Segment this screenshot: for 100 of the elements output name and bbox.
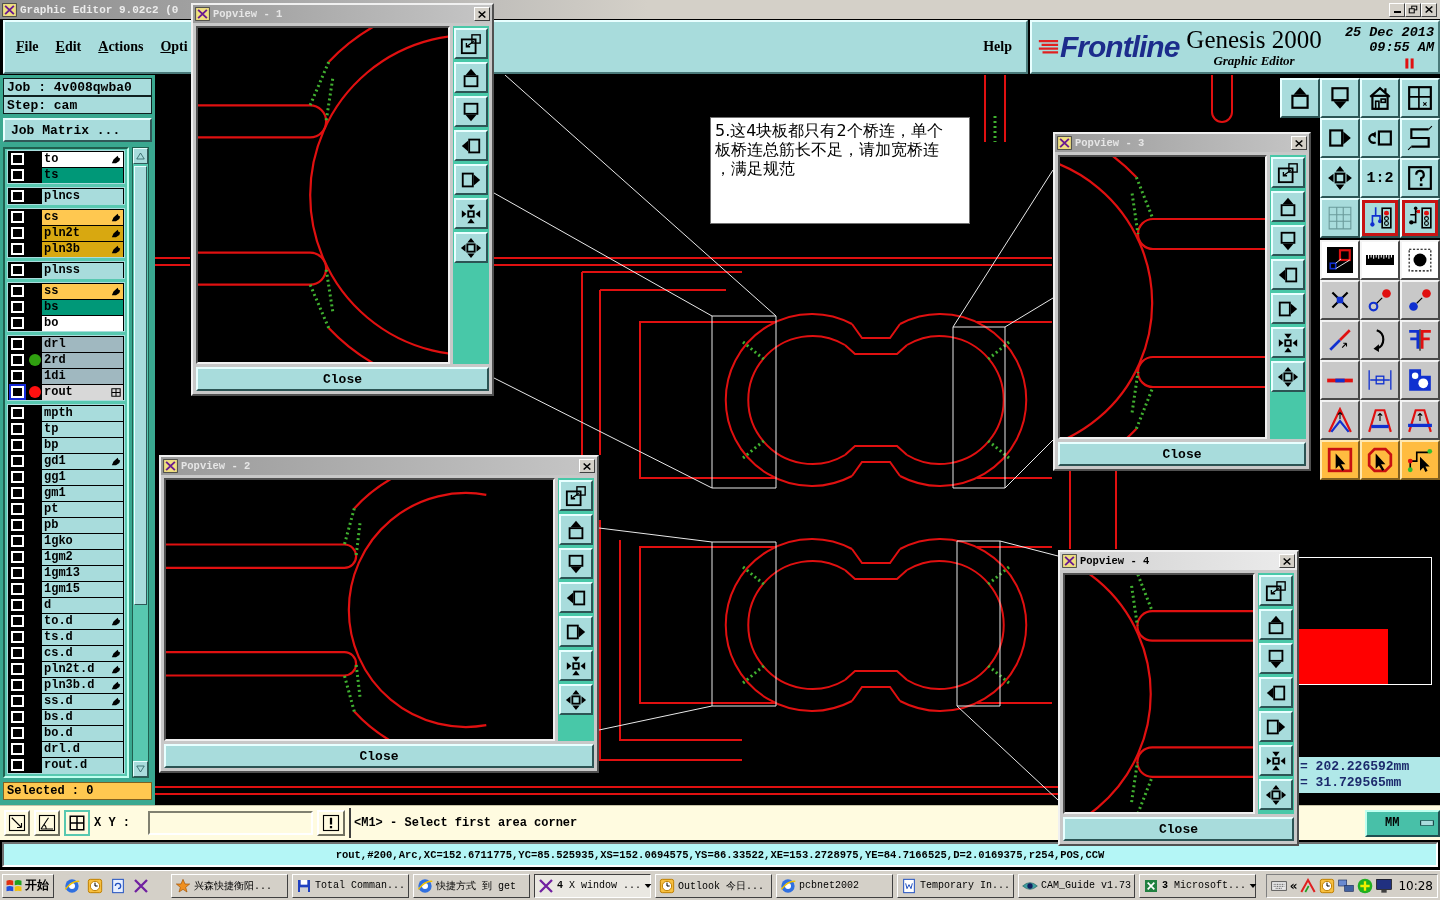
layer-checkbox[interactable] [9,597,26,613]
view-tool-button[interactable] [1271,259,1305,290]
menu-item[interactable]: Actions [98,39,144,55]
layer-checkbox[interactable] [9,241,26,257]
taskbar-button[interactable]: Outlook 今日... [655,873,772,898]
layer-name[interactable]: gd1 [42,453,123,469]
layer-checkbox[interactable] [9,693,26,709]
layer-checkbox[interactable] [9,405,26,421]
view-tool-button[interactable] [1259,575,1293,606]
layer-name[interactable]: plnss [42,262,123,278]
layer-checkbox[interactable] [9,501,26,517]
layer-name[interactable]: gg1 [42,469,123,485]
layer-name[interactable]: ss [42,283,123,299]
layer-checkbox[interactable] [9,167,26,183]
close-button[interactable]: Close [1063,817,1294,841]
layer-checkbox[interactable] [9,352,26,368]
layer-name[interactable]: drl.d [42,741,123,757]
layer-name[interactable]: 1gko [42,533,123,549]
taskbar-button[interactable]: 3 Microsoft... [1139,873,1256,898]
view-tool-button[interactable] [1271,225,1305,256]
menu-item[interactable]: Help [983,39,1012,55]
layer-checkbox[interactable] [9,741,26,757]
view-tool-button[interactable] [1259,643,1293,674]
units-button[interactable]: MM [1365,809,1440,837]
close-button[interactable] [1421,2,1437,17]
coordinate-field[interactable] [148,811,313,835]
layer-checkbox[interactable] [9,299,26,315]
taskbar-button[interactable]: Temporary In... [897,873,1014,898]
menu-item[interactable]: Edit [55,39,82,55]
view-tool-button[interactable] [559,650,593,681]
layer-name[interactable]: pln3b [42,241,123,257]
quick-launch-button[interactable] [133,877,149,894]
view-tool-button[interactable] [559,480,593,511]
layer-checkbox[interactable] [9,151,26,167]
layer-name[interactable]: gm1 [42,485,123,501]
layer-name[interactable]: to [42,151,123,167]
layer-checkbox[interactable] [9,225,26,241]
layer-name[interactable]: rout.d [42,757,123,773]
layer-name[interactable]: pt [42,501,123,517]
layer-checkbox[interactable] [9,453,26,469]
tool-button[interactable] [64,810,90,836]
taskbar-button[interactable]: Total Comman... [292,873,409,898]
layer-name[interactable]: bp [42,437,123,453]
close-button[interactable]: Close [1058,442,1306,466]
close-button[interactable]: Close [196,367,489,391]
layer-checkbox[interactable] [9,549,26,565]
layer-checkbox[interactable] [9,437,26,453]
quick-launch-button[interactable] [64,877,80,894]
layer-checkbox[interactable] [9,725,26,741]
view-tool-button[interactable] [1271,327,1305,358]
scroll-thumb[interactable] [134,166,147,605]
tray-expand-button[interactable]: « [1289,878,1298,893]
layer-name[interactable]: 1gm15 [42,581,123,597]
layer-name[interactable]: pln3b.d [42,677,123,693]
layer-checkbox[interactable] [9,613,26,629]
view-tool-button[interactable] [454,164,488,195]
layer-name[interactable]: rout [42,384,123,400]
close-button[interactable] [474,7,490,21]
layer-checkbox[interactable] [9,368,26,384]
layer-name[interactable]: d [42,597,123,613]
quick-launch-button[interactable] [87,877,103,894]
layer-name[interactable]: 1gm13 [42,565,123,581]
view-tool-button[interactable] [559,582,593,613]
menu-item[interactable]: Opti [160,39,188,55]
view-tool-button[interactable] [1259,609,1293,640]
view-tool-button[interactable] [454,130,488,161]
scale-button[interactable]: 1:2 [1360,158,1400,198]
job-matrix-button[interactable]: Job Matrix ... [3,118,152,142]
layer-name[interactable]: 1di [42,368,123,384]
view-tool-button[interactable] [454,198,488,229]
taskbar-button[interactable]: CAM_Guide v1.73 [1018,873,1135,898]
layer-checkbox[interactable] [9,283,26,299]
layer-checkbox[interactable] [9,565,26,581]
minimize-button[interactable] [1389,2,1405,17]
layer-checkbox[interactable] [9,677,26,693]
layer-name[interactable]: cs.d [42,645,123,661]
scroll-up-button[interactable] [133,148,148,164]
layer-checkbox[interactable] [9,709,26,725]
alert-button[interactable] [317,810,345,836]
layer-checkbox[interactable] [9,469,26,485]
layer-checkbox[interactable] [9,384,26,400]
quick-launch-button[interactable] [110,877,126,894]
layer-name[interactable]: bs [42,299,123,315]
layer-checkbox[interactable] [9,209,26,225]
view-tool-button[interactable] [454,232,488,263]
layer-name[interactable]: to.d [42,613,123,629]
layer-name[interactable]: ts [42,167,123,183]
layer-name[interactable]: mpth [42,405,123,421]
layer-checkbox[interactable] [9,629,26,645]
layer-name[interactable]: ss.d [42,693,123,709]
close-button[interactable] [1279,554,1295,568]
layer-name[interactable]: tp [42,421,123,437]
taskbar-button[interactable]: 快捷方式 到 get [413,873,530,898]
close-button[interactable]: Close [164,744,594,768]
view-tool-button[interactable] [454,96,488,127]
layer-checkbox[interactable] [9,581,26,597]
layer-name[interactable]: bo [42,315,123,331]
layer-checkbox[interactable] [9,757,26,773]
layer-checkbox[interactable] [9,421,26,437]
view-tool-button[interactable] [454,62,488,93]
